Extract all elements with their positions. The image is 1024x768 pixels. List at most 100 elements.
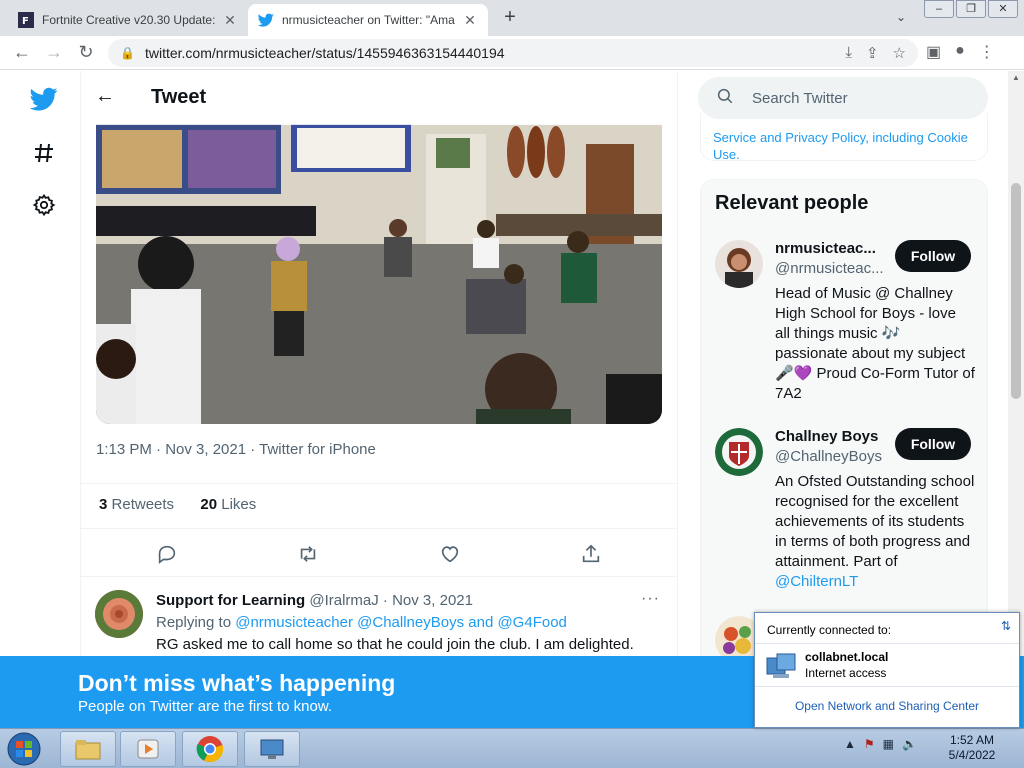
reply-date: · Nov 3, 2021 bbox=[382, 592, 473, 609]
person-name: Challney Boys bbox=[775, 428, 879, 445]
tweet-header: ← Tweet bbox=[81, 71, 677, 125]
network-popup-header: Currently connected to: bbox=[767, 623, 892, 637]
restore-icon[interactable]: ❐ bbox=[956, 0, 986, 18]
scrollbar-thumb[interactable] bbox=[1011, 183, 1021, 399]
open-network-center-link[interactable]: Open Network and Sharing Center bbox=[755, 699, 1019, 713]
clock-date: 5/4/2022 bbox=[948, 748, 996, 762]
close-tab-icon[interactable]: ✕ bbox=[462, 12, 478, 29]
close-window-icon[interactable]: ✕ bbox=[988, 0, 1018, 18]
tab-title: Fortnite Creative v20.30 Update: bbox=[42, 13, 216, 27]
network-tray-icon[interactable]: ▦ bbox=[883, 737, 894, 751]
person-bio: An Ofsted Outstanding school recognised … bbox=[775, 472, 975, 592]
avatar[interactable] bbox=[715, 240, 763, 288]
twitter-left-rail bbox=[0, 71, 80, 656]
menu-kebab-icon[interactable]: ⋮ bbox=[979, 42, 995, 62]
refresh-network-icon[interactable]: ⇅ bbox=[1001, 619, 1011, 633]
clock-time: 1:52 AM bbox=[949, 733, 995, 747]
explore-hashtag-icon[interactable] bbox=[30, 139, 58, 167]
minimize-icon[interactable]: – bbox=[924, 0, 954, 18]
chrome-icon bbox=[196, 736, 224, 763]
file-explorer-task[interactable] bbox=[60, 731, 116, 767]
chrome-task[interactable] bbox=[182, 731, 238, 767]
tweet-photo[interactable] bbox=[96, 124, 662, 424]
like-heart-icon[interactable] bbox=[439, 543, 463, 567]
likes-count: 20 bbox=[200, 496, 218, 513]
reply-author-handle: @IralrmaJ bbox=[309, 592, 379, 609]
more-options-icon[interactable]: ··· bbox=[641, 590, 660, 608]
close-tab-icon[interactable]: ✕ bbox=[222, 12, 238, 29]
twitter-logo-icon[interactable] bbox=[30, 85, 58, 113]
tab-search-chevron-icon[interactable]: ⌄ bbox=[896, 10, 906, 24]
system-tray: ▲ ⚑ ▦ 🔈 bbox=[844, 737, 917, 751]
tweet-timestamp[interactable]: 1:13 PM · Nov 3, 2021 · Twitter for iPho… bbox=[96, 441, 376, 458]
person-bio: Head of Music @ Challney High School for… bbox=[775, 285, 975, 402]
media-player-task[interactable] bbox=[120, 731, 176, 767]
scroll-up-icon[interactable]: ▲ bbox=[1012, 73, 1020, 82]
remote-desktop-task[interactable] bbox=[244, 731, 300, 767]
show-hidden-icons-icon[interactable]: ▲ bbox=[844, 737, 856, 751]
retweets-count: 3 bbox=[99, 496, 108, 513]
window-controls: – ❐ ✕ bbox=[922, 0, 1018, 18]
side-panel-icon[interactable]: ▣ bbox=[926, 42, 941, 62]
action-center-flag-icon[interactable]: ⚑ bbox=[864, 737, 875, 751]
browser-tab-bar: F Fortnite Creative v20.30 Update: ✕ nrm… bbox=[0, 0, 1024, 36]
new-tab-button[interactable]: + bbox=[498, 6, 522, 29]
folder-icon bbox=[75, 740, 101, 760]
likes-stat[interactable]: 20 Likes bbox=[200, 496, 256, 513]
reload-icon[interactable]: ↻ bbox=[70, 42, 102, 63]
right-sidebar: Service and Privacy Policy, including Co… bbox=[698, 71, 1008, 656]
media-player-icon bbox=[137, 739, 159, 759]
settings-gear-icon[interactable] bbox=[30, 191, 58, 219]
banner-title: Don’t miss what’s happening bbox=[78, 670, 396, 696]
follow-button[interactable]: Follow bbox=[895, 428, 971, 460]
retweets-stat[interactable]: 3 Retweets bbox=[99, 496, 174, 513]
relevant-people-card: Relevant people nrmusicteac... @nrmusict… bbox=[700, 179, 988, 656]
follow-button[interactable]: Follow bbox=[895, 240, 971, 272]
share-icon[interactable]: ⇪ bbox=[866, 44, 879, 62]
reply-tweet[interactable]: Support for Learning @IralrmaJ · Nov 3, … bbox=[81, 578, 677, 656]
url-text: twitter.com/nrmusicteacher/status/145594… bbox=[144, 45, 505, 61]
page-scrollbar[interactable]: ▲ bbox=[1008, 71, 1024, 656]
person-handle: @ChallneyBoys bbox=[775, 448, 882, 465]
search-icon bbox=[716, 87, 734, 109]
retweet-icon[interactable] bbox=[297, 543, 321, 567]
person-name: nrmusicteac... bbox=[775, 240, 876, 257]
volume-icon[interactable]: 🔈 bbox=[902, 737, 917, 751]
profile-icon[interactable]: ● bbox=[955, 42, 965, 62]
avatar[interactable] bbox=[715, 428, 763, 476]
back-icon[interactable]: ← bbox=[6, 42, 38, 63]
search-placeholder: Search Twitter bbox=[752, 89, 848, 107]
browser-tab-twitter[interactable]: nrmusicteacher on Twitter: "Ama ✕ bbox=[248, 4, 488, 36]
bio-link[interactable]: @ChilternLT bbox=[775, 573, 858, 590]
replying-to: Replying to @nrmusicteacher @ChallneyBoy… bbox=[156, 614, 567, 631]
network-name: collabnet.local bbox=[805, 650, 889, 664]
main-column: ← Tweet 1:13 PM · Nov 3, 2021 · Twitter … bbox=[80, 71, 678, 656]
likes-label: Likes bbox=[221, 496, 257, 513]
twitter-favicon-icon bbox=[258, 12, 274, 28]
policy-links[interactable]: Service and Privacy Policy, including Co… bbox=[700, 113, 988, 161]
forward-icon[interactable]: → bbox=[38, 42, 70, 63]
system-clock[interactable]: 1:52 AM 5/4/2022 bbox=[940, 733, 1004, 763]
install-icon[interactable]: ⤓ bbox=[845, 44, 852, 62]
monitor-icon bbox=[260, 739, 284, 759]
start-button[interactable] bbox=[4, 731, 44, 767]
reply-author-name: Support for Learning bbox=[156, 592, 306, 609]
avatar[interactable] bbox=[95, 590, 143, 638]
network-status-popup: Currently connected to: ⇅ collabnet.loca… bbox=[754, 612, 1020, 728]
policy-text: Service and Privacy Policy, including Co… bbox=[713, 130, 968, 161]
tab-title: nrmusicteacher on Twitter: "Ama bbox=[282, 13, 455, 27]
address-bar[interactable]: 🔒 twitter.com/nrmusicteacher/status/1455… bbox=[108, 39, 918, 67]
network-access-status: Internet access bbox=[805, 666, 887, 680]
reply-author[interactable]: Support for Learning @IralrmaJ · Nov 3, … bbox=[156, 592, 473, 609]
browser-tab-fortnite[interactable]: F Fortnite Creative v20.30 Update: ✕ bbox=[8, 4, 248, 36]
bookmark-star-icon[interactable]: ☆ bbox=[893, 44, 906, 62]
banner-subtitle: People on Twitter are the first to know. bbox=[78, 698, 333, 715]
reply-icon[interactable] bbox=[156, 543, 180, 567]
back-arrow-icon[interactable]: ← bbox=[95, 85, 115, 108]
search-input[interactable]: Search Twitter bbox=[698, 77, 988, 119]
replying-to-links[interactable]: @nrmusicteacher @ChallneyBoys and @G4Foo… bbox=[235, 614, 567, 631]
share-tweet-icon[interactable] bbox=[580, 543, 604, 567]
reply-text: RG asked me to call home so that he coul… bbox=[156, 636, 634, 653]
svg-text:F: F bbox=[22, 16, 29, 27]
windows-taskbar: ▲ ⚑ ▦ 🔈 1:52 AM 5/4/2022 bbox=[0, 728, 1024, 768]
